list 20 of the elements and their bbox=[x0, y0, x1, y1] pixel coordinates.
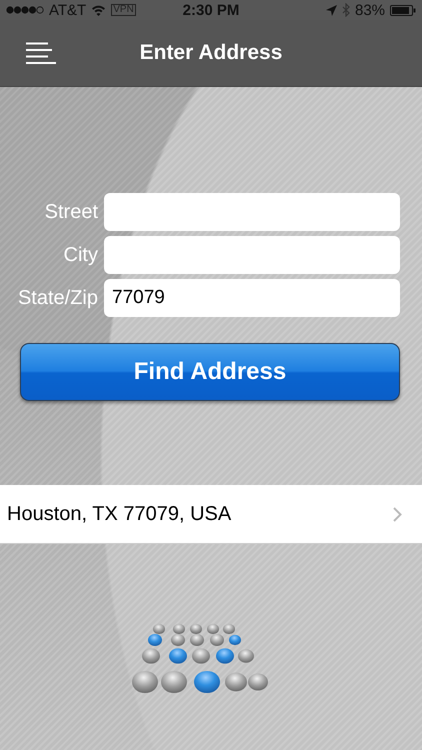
location-icon bbox=[326, 4, 337, 16]
text-field[interactable] bbox=[104, 236, 400, 274]
battery-percent: 83% bbox=[354, 2, 386, 18]
wifi-icon bbox=[91, 4, 106, 16]
address-text: Houston, TX 77079, USA bbox=[7, 502, 232, 526]
signal-icon bbox=[6, 6, 44, 14]
field-label: State/Zip bbox=[16, 286, 99, 310]
text-field[interactable]: 77079 bbox=[104, 279, 400, 317]
field-label: Street bbox=[44, 200, 99, 224]
result-row[interactable]: Houston, TX 77079, USA bbox=[0, 485, 422, 544]
find-address-button[interactable]: Find Address bbox=[20, 343, 400, 401]
status-time: 2:30 PM bbox=[182, 2, 240, 18]
field-label: City bbox=[62, 244, 99, 266]
screen-title: Enter Address bbox=[140, 41, 282, 65]
text-field[interactable] bbox=[104, 193, 400, 231]
menu-button[interactable] bbox=[26, 42, 56, 64]
chevron-icon bbox=[393, 506, 402, 522]
carrier-name: AT&T bbox=[49, 2, 86, 18]
bluetooth-icon bbox=[342, 3, 350, 17]
battery-icon bbox=[390, 4, 416, 16]
